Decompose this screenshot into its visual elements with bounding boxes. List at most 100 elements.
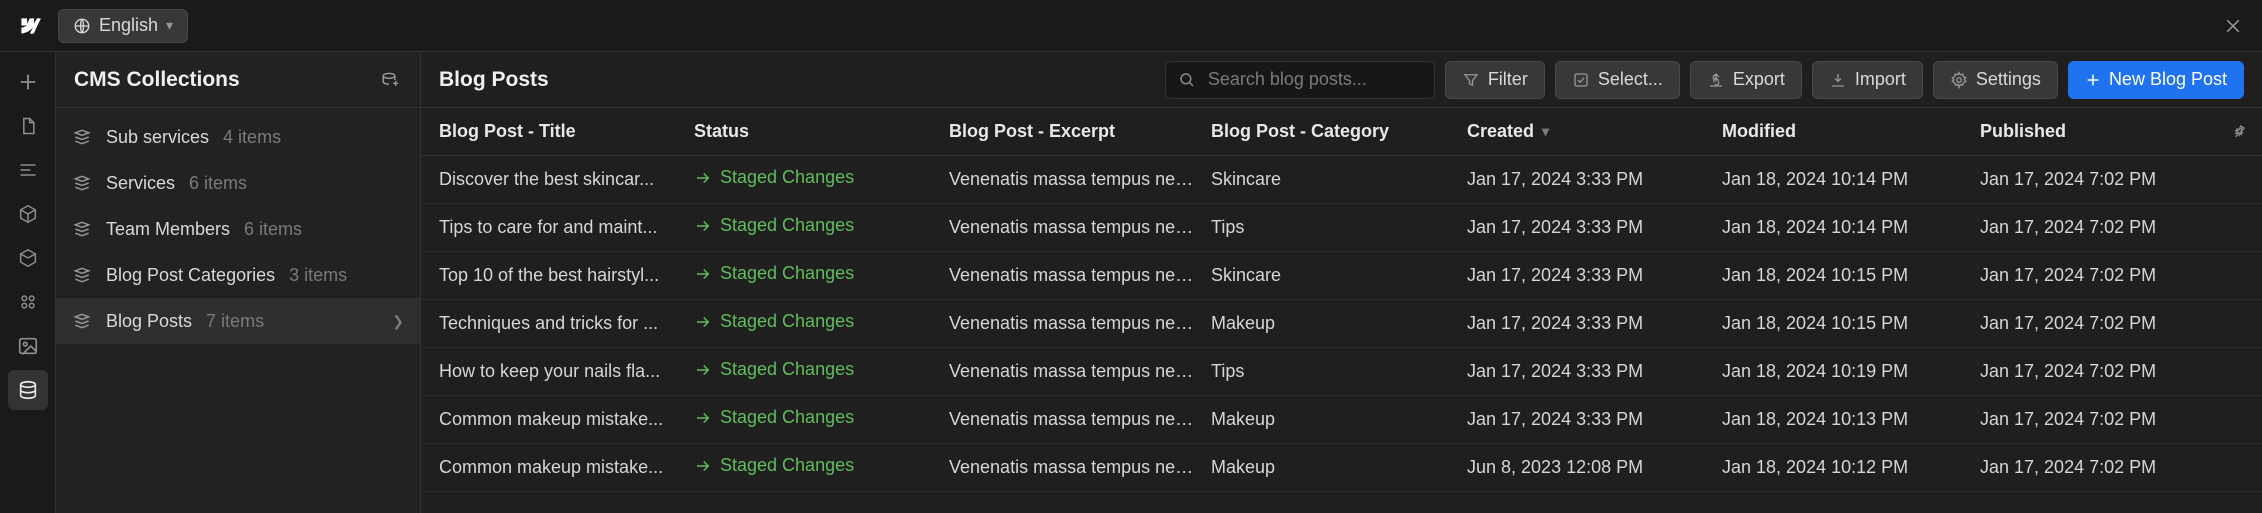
cell-published: Jan 17, 2024 7:02 PM — [1980, 409, 2228, 430]
export-button[interactable]: Export — [1690, 61, 1802, 99]
table-row[interactable]: How to keep your nails fla...Staged Chan… — [421, 348, 2262, 396]
rail-navigator[interactable] — [8, 150, 48, 190]
rail-assets[interactable] — [8, 326, 48, 366]
cell-created: Jan 17, 2024 3:33 PM — [1467, 409, 1722, 430]
chevron-down-icon: ▾ — [166, 17, 173, 34]
table-header: Blog Post - Title Status Blog Post - Exc… — [421, 108, 2262, 156]
col-header-created-label: Created — [1467, 121, 1534, 142]
collections-title: CMS Collections — [74, 68, 376, 92]
table-row[interactable]: Discover the best skincar... Staged Chang… — [421, 156, 2262, 204]
settings-label: Settings — [1976, 69, 2041, 90]
search-input[interactable] — [1206, 68, 1422, 91]
col-header-title[interactable]: Blog Post - Title — [439, 121, 694, 142]
main-panel: Blog Posts Filter Select... — [421, 52, 2262, 513]
cell-excerpt: Venenatis massa tempus nec ... — [949, 409, 1211, 430]
cell-created: Jan 17, 2024 3:33 PM — [1467, 313, 1722, 334]
cell-created: Jun 8, 2023 12:08 PM — [1467, 457, 1722, 478]
globe-icon — [73, 17, 91, 35]
cell-excerpt: Venenatis massa tempus nec ... — [949, 217, 1211, 238]
cell-published: Jan 17, 2024 7:02 PM — [1980, 457, 2228, 478]
rail-components[interactable] — [8, 194, 48, 234]
collection-count: 7 items — [206, 311, 264, 332]
table-row[interactable]: Common makeup mistake...Staged ChangesVe… — [421, 444, 2262, 492]
collection-item[interactable]: Team Members6 items — [56, 206, 420, 252]
rail-styles[interactable] — [8, 282, 48, 322]
cell-title: Techniques and tricks for ... — [439, 313, 694, 334]
stack-icon — [72, 219, 92, 239]
table-row[interactable]: Techniques and tricks for ...Staged Chan… — [421, 300, 2262, 348]
col-header-category[interactable]: Blog Post - Category — [1211, 121, 1467, 142]
status-label: Staged Changes — [720, 215, 854, 236]
status-label: Staged Changes — [720, 407, 854, 428]
settings-button[interactable]: Settings — [1933, 61, 2058, 99]
stack-icon — [72, 265, 92, 285]
cell-excerpt: Venenatis massa tempus nec ... — [949, 265, 1211, 286]
close-button[interactable] — [2216, 9, 2250, 43]
arrow-right-icon — [694, 265, 712, 283]
table-row[interactable]: Common makeup mistake...Staged ChangesVe… — [421, 396, 2262, 444]
cell-category: Skincare — [1211, 169, 1467, 190]
filter-icon — [1462, 71, 1480, 89]
rail-pages[interactable] — [8, 106, 48, 146]
language-label: English — [99, 15, 158, 36]
col-header-modified[interactable]: Modified — [1722, 121, 1980, 142]
new-blog-post-button[interactable]: New Blog Post — [2068, 61, 2244, 99]
cell-modified: Jan 18, 2024 10:14 PM — [1722, 217, 1980, 238]
select-label: Select... — [1598, 69, 1663, 90]
cell-published: Jan 17, 2024 7:02 PM — [1980, 169, 2228, 190]
cell-title: Common makeup mistake... — [439, 457, 694, 478]
cell-created: Jan 17, 2024 3:33 PM — [1467, 361, 1722, 382]
col-header-published[interactable]: Published — [1980, 121, 2228, 142]
collection-name: Blog Posts — [106, 311, 192, 332]
cell-category: Makeup — [1211, 457, 1467, 478]
stack-icon — [72, 127, 92, 147]
cell-status: Staged Changes — [694, 407, 949, 432]
cell-excerpt: Venenatis massa tempus nec ... — [949, 361, 1211, 382]
collection-count: 3 items — [289, 265, 347, 286]
import-button[interactable]: Import — [1812, 61, 1923, 99]
filter-button[interactable]: Filter — [1445, 61, 1545, 99]
status-label: Staged Changes — [720, 167, 854, 188]
search-field[interactable] — [1165, 61, 1435, 99]
cell-category: Makeup — [1211, 313, 1467, 334]
collection-count: 6 items — [244, 219, 302, 240]
cell-excerpt: Venenatis massa tempus nec ... — [949, 169, 1211, 190]
select-button[interactable]: Select... — [1555, 61, 1680, 99]
filter-label: Filter — [1488, 69, 1528, 90]
cell-title: Discover the best skincar... — [439, 169, 694, 190]
topbar: English ▾ — [0, 0, 2262, 52]
col-header-status[interactable]: Status — [694, 121, 949, 142]
collection-item[interactable]: Services 6 items — [56, 160, 420, 206]
webflow-logo-icon[interactable] — [12, 9, 46, 43]
plus-icon — [2085, 72, 2101, 88]
collection-count: 6 items — [189, 173, 247, 194]
col-header-excerpt[interactable]: Blog Post - Excerpt — [949, 121, 1211, 142]
cell-status: Staged Changes — [694, 311, 949, 336]
cell-title: Top 10 of the best hairstyl... — [439, 265, 694, 286]
rail-cms[interactable] — [8, 370, 48, 410]
collection-name: Services — [106, 173, 175, 194]
add-collection-button[interactable] — [376, 67, 402, 93]
export-label: Export — [1733, 69, 1785, 90]
cell-category: Tips — [1211, 361, 1467, 382]
col-header-created[interactable]: Created ▾ — [1467, 121, 1722, 142]
search-icon — [1178, 71, 1196, 89]
cell-status: Staged Changes — [694, 455, 949, 480]
rail-add[interactable] — [8, 62, 48, 102]
import-label: Import — [1855, 69, 1906, 90]
cell-category: Tips — [1211, 217, 1467, 238]
cell-title: Tips to care for and maint... — [439, 217, 694, 238]
stack-icon — [72, 311, 92, 331]
pin-column-button[interactable] — [2225, 119, 2252, 145]
collection-item[interactable]: Blog Post Categories3 items — [56, 252, 420, 298]
language-selector[interactable]: English ▾ — [58, 9, 188, 43]
check-square-icon — [1572, 71, 1590, 89]
rail-variables[interactable] — [8, 238, 48, 278]
table-row[interactable]: Tips to care for and maint... Staged Chan… — [421, 204, 2262, 252]
cell-published: Jan 17, 2024 7:02 PM — [1980, 361, 2228, 382]
export-icon — [1707, 71, 1725, 89]
collection-item[interactable]: Sub services4 items — [56, 114, 420, 160]
cell-title: How to keep your nails fla... — [439, 361, 694, 382]
table-row[interactable]: Top 10 of the best hairstyl...Staged Cha… — [421, 252, 2262, 300]
collection-item[interactable]: Blog Posts7 items❯ — [56, 298, 420, 344]
